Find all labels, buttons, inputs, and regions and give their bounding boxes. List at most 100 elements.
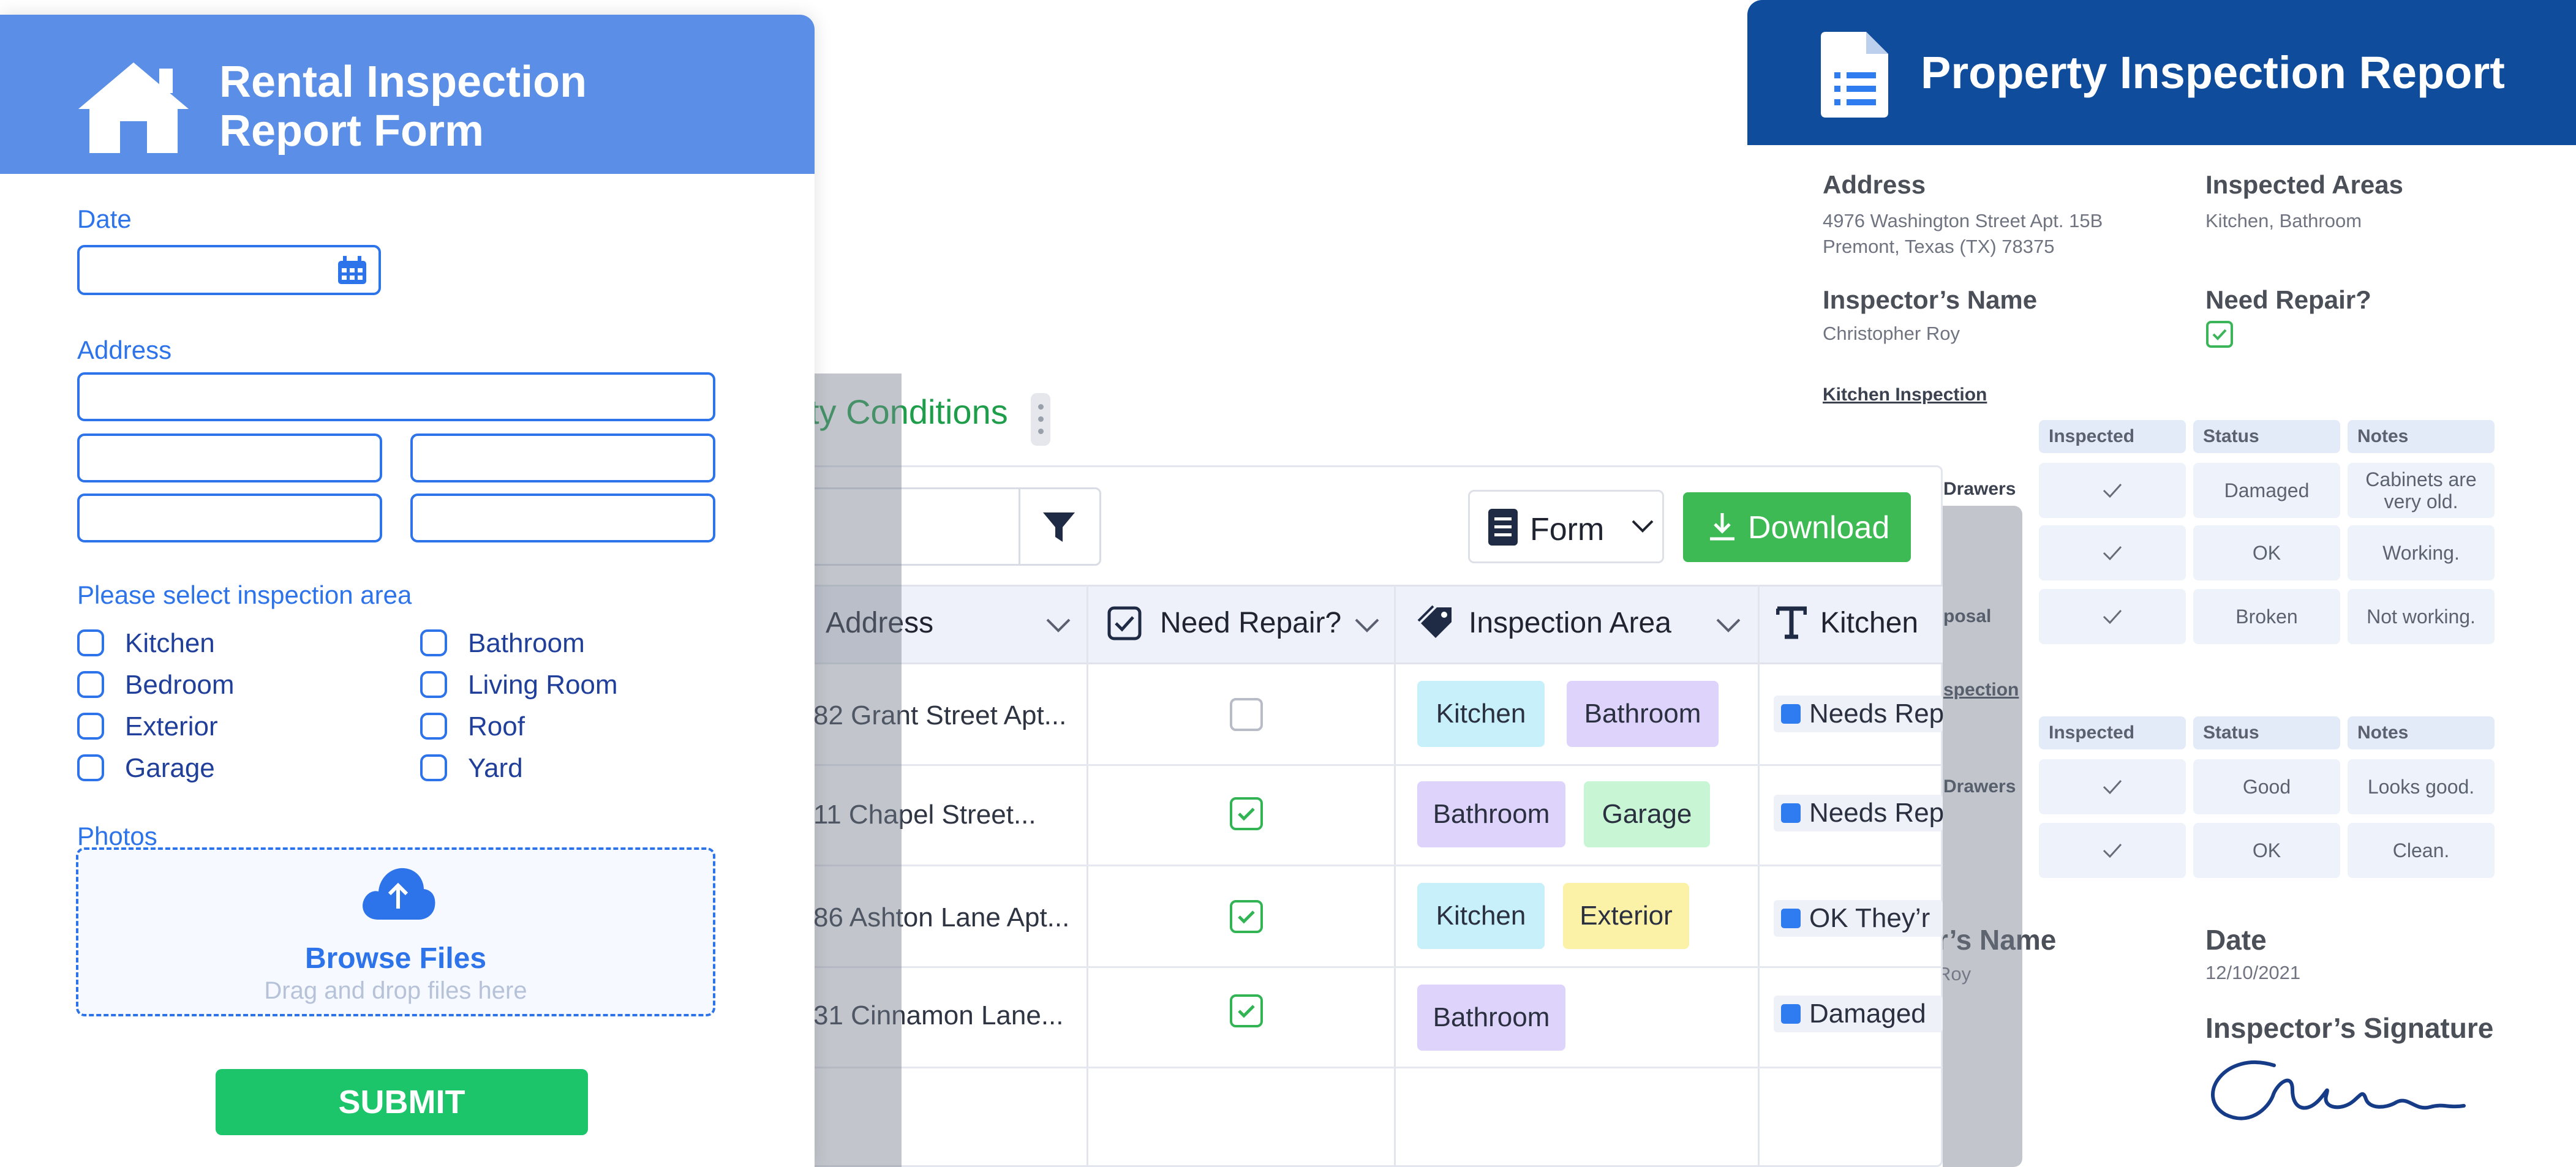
date-label: Date bbox=[77, 205, 132, 233]
kitchen-row-item: Drawers bbox=[1943, 479, 2016, 499]
kitchen-row-inspected bbox=[2039, 589, 2186, 644]
file-drop-zone[interactable]: Browse Files Drag and drop files here bbox=[76, 847, 715, 1016]
photos-label: Photos bbox=[77, 822, 157, 850]
chevron-down-icon[interactable] bbox=[1354, 616, 1380, 634]
address-state-input[interactable] bbox=[410, 433, 715, 482]
kitchen-row-notes: Working. bbox=[2348, 525, 2495, 580]
row-divider bbox=[796, 865, 1943, 866]
chevron-down-icon bbox=[1632, 520, 1654, 533]
check-icon bbox=[2103, 609, 2122, 625]
kitchen-cell[interactable]: OK They’r bbox=[1774, 900, 1943, 937]
column-divider bbox=[1394, 585, 1396, 1167]
chevron-down-icon[interactable] bbox=[1715, 616, 1742, 634]
signature-image bbox=[2211, 1060, 2466, 1120]
date-label: Date bbox=[2205, 924, 2267, 956]
bathroom-row-inspected bbox=[2039, 759, 2186, 814]
drag-drop-hint: Drag and drop files here bbox=[264, 977, 527, 1004]
kitchen-cell[interactable]: Needs Rep bbox=[1774, 795, 1944, 831]
inspected-areas-value: Kitchen, Bathroom bbox=[2205, 210, 2362, 231]
need-repair-checkbox bbox=[2206, 321, 2233, 348]
address-postal-input[interactable] bbox=[77, 493, 382, 542]
checkbox-living-room[interactable] bbox=[420, 671, 447, 698]
need-repair-checkbox[interactable] bbox=[1230, 994, 1263, 1027]
more-options-icon[interactable] bbox=[1031, 393, 1050, 446]
form-header: Rental Inspection Report Form bbox=[0, 15, 815, 174]
kitchen-row-status: OK bbox=[2193, 525, 2340, 580]
checkbox-kitchen[interactable] bbox=[77, 629, 104, 656]
checkbox-exterior[interactable] bbox=[77, 713, 104, 740]
need-repair-checkbox[interactable] bbox=[1230, 698, 1263, 731]
checkbox-exterior-label: Exterior bbox=[125, 711, 218, 741]
tag-bathroom: Bathroom bbox=[1417, 985, 1565, 1051]
browse-files-link[interactable]: Browse Files bbox=[78, 942, 713, 975]
text-column-icon bbox=[1776, 606, 1807, 639]
need-repair-checkbox[interactable] bbox=[1230, 900, 1263, 933]
row-divider bbox=[796, 764, 1943, 766]
bathroom-row-notes: Clean. bbox=[2348, 823, 2495, 878]
form-label: Form bbox=[1530, 512, 1605, 547]
kitchen-row-notes: Not working. bbox=[2348, 589, 2495, 644]
checkbox-bedroom-label: Bedroom bbox=[125, 670, 235, 700]
check-icon bbox=[2212, 329, 2227, 340]
col-inspection-area[interactable]: Inspection Area bbox=[1469, 606, 1671, 640]
inspected-areas-label: Inspected Areas bbox=[2205, 170, 2403, 199]
column-divider bbox=[1087, 585, 1088, 1167]
address-street-input[interactable] bbox=[77, 372, 715, 421]
kitchen-row-inspected bbox=[2039, 525, 2186, 580]
calendar-icon[interactable] bbox=[337, 256, 367, 285]
kitchen-cell-text: OK They’r bbox=[1809, 903, 1930, 933]
bathroom-row-notes: Looks good. bbox=[2348, 759, 2495, 814]
tag-kitchen: Kitchen bbox=[1417, 681, 1545, 747]
col-kitchen[interactable]: Kitchen bbox=[1820, 606, 1918, 640]
check-icon bbox=[1238, 910, 1255, 924]
download-icon bbox=[1710, 513, 1734, 541]
download-button[interactable]: Download bbox=[1683, 492, 1911, 562]
bathroom-row-status: Good bbox=[2193, 759, 2340, 814]
checkbox-roof-label: Roof bbox=[468, 711, 525, 741]
checkbox-yard-label: Yard bbox=[468, 753, 523, 783]
checkbox-bathroom-label: Bathroom bbox=[468, 628, 585, 658]
checkbox-yard[interactable] bbox=[420, 754, 447, 781]
check-icon bbox=[2103, 843, 2122, 858]
tag-kitchen: Kitchen bbox=[1417, 883, 1545, 949]
view-form-dropdown[interactable]: Form bbox=[1468, 490, 1664, 563]
address-country-input[interactable] bbox=[410, 493, 715, 542]
checkbox-garage[interactable] bbox=[77, 754, 104, 781]
checkbox-bathroom[interactable] bbox=[420, 629, 447, 656]
address-line2: Premont, Texas (TX) 78375 bbox=[1823, 236, 2055, 257]
inspector-name-value: Christopher Roy bbox=[1823, 323, 1960, 344]
address-label: Address bbox=[1823, 170, 1926, 199]
upload-cloud-icon bbox=[363, 868, 435, 920]
col-notes: Notes bbox=[2348, 420, 2495, 453]
area-label: Please select inspection area bbox=[77, 580, 412, 609]
check-icon bbox=[1238, 808, 1255, 821]
chevron-down-icon[interactable] bbox=[1045, 616, 1072, 634]
checkbox-bedroom[interactable] bbox=[77, 671, 104, 698]
check-icon bbox=[1238, 1005, 1255, 1018]
checkbox-column-icon bbox=[1107, 606, 1142, 640]
kitchen-row-status: Broken bbox=[2193, 589, 2340, 644]
address-line1: 4976 Washington Street Apt. 15B bbox=[1823, 210, 2103, 231]
inspector-name-label: Inspector’s Name bbox=[1823, 285, 2038, 314]
checkbox-roof[interactable] bbox=[420, 713, 447, 740]
kitchen-row-status: Damaged bbox=[2193, 463, 2340, 518]
date-field[interactable] bbox=[77, 245, 381, 295]
report-title: Property Inspection Report bbox=[1921, 47, 2505, 98]
filter-icon[interactable] bbox=[1041, 509, 1077, 546]
search-divider bbox=[1019, 489, 1020, 564]
kitchen-cell[interactable]: Needs Rep bbox=[1774, 696, 1944, 732]
row-divider bbox=[796, 966, 1943, 968]
col-need-repair[interactable]: Need Repair? bbox=[1160, 606, 1341, 640]
house-icon bbox=[78, 62, 189, 153]
signature-label: Inspector’s Signature bbox=[2205, 1012, 2494, 1044]
form-title: Rental Inspection Report Form bbox=[219, 58, 587, 156]
form-title-line2: Report Form bbox=[219, 107, 484, 156]
tag-exterior: Exterior bbox=[1563, 883, 1689, 949]
download-label: Download bbox=[1748, 510, 1890, 546]
form-title-line1: Rental Inspection bbox=[219, 58, 587, 107]
checked-box-icon bbox=[1781, 1004, 1801, 1024]
address-city-input[interactable] bbox=[77, 433, 382, 482]
need-repair-checkbox[interactable] bbox=[1230, 797, 1263, 830]
kitchen-cell[interactable]: Damaged bbox=[1774, 996, 1943, 1032]
submit-button[interactable]: SUBMIT bbox=[216, 1069, 588, 1135]
